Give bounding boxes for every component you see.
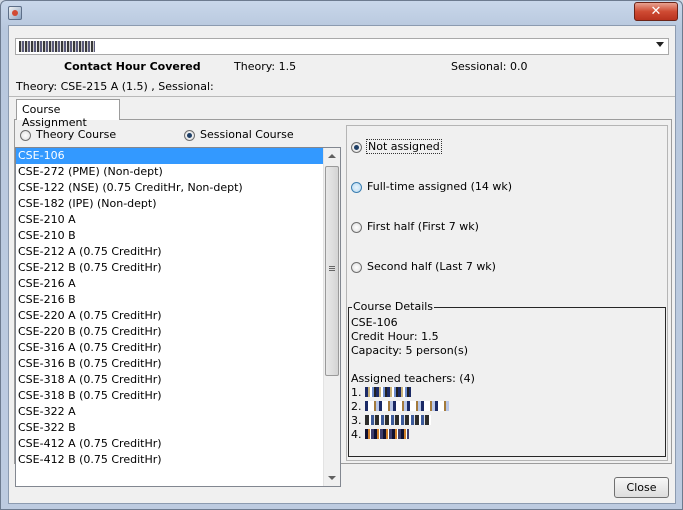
second-half-label[interactable]: Second half (Last 7 wk)	[367, 260, 496, 273]
title-bar[interactable]: ✕	[1, 1, 682, 25]
list-item[interactable]: CSE-216 B	[16, 292, 324, 308]
first-half-radio[interactable]	[351, 222, 362, 233]
teacher-row: 3.	[351, 414, 431, 427]
list-item[interactable]: CSE-272 (PME) (Non-dept)	[16, 164, 324, 180]
teacher-number: 3.	[351, 414, 362, 427]
grip-icon	[329, 266, 335, 267]
header-divider	[9, 96, 675, 97]
second-half-radio[interactable]	[351, 262, 362, 273]
list-item[interactable]: CSE-220 A (0.75 CreditHr)	[16, 308, 324, 324]
sessional-course-radio[interactable]	[184, 130, 195, 141]
course-details-group: Course Details CSE-106 Credit Hour: 1.5 …	[348, 300, 666, 457]
dialog-content: Contact Hour Covered Theory: 1.5 Session…	[8, 25, 676, 504]
scroll-thumb[interactable]	[325, 166, 339, 376]
first-half-label[interactable]: First half (First 7 wk)	[367, 220, 479, 233]
list-item[interactable]: CSE-412 A (0.75 CreditHr)	[16, 436, 324, 452]
sessional-course-label[interactable]: Sessional Course	[200, 128, 294, 141]
scroll-down-icon[interactable]	[328, 476, 336, 480]
teacher-row: 1.	[351, 386, 411, 399]
detail-course-code: CSE-106	[351, 316, 398, 329]
list-item[interactable]: CSE-106	[16, 148, 324, 164]
java-cup-icon	[8, 6, 22, 20]
list-item[interactable]: CSE-316 A (0.75 CreditHr)	[16, 340, 324, 356]
list-item[interactable]: CSE-212 A (0.75 CreditHr)	[16, 244, 324, 260]
dialog-window: ✕ Contact Hour Covered Theory: 1.5 Sessi…	[0, 0, 683, 510]
list-item[interactable]: CSE-316 B (0.75 CreditHr)	[16, 356, 324, 372]
chevron-down-icon[interactable]	[656, 42, 664, 47]
course-details-title: Course Details	[352, 300, 435, 314]
obscured-name	[364, 415, 431, 425]
assignment-summary: Theory: CSE-215 A (1.5) , Sessional:	[16, 80, 214, 93]
obscured-name	[364, 387, 411, 397]
detail-credit-hour: Credit Hour: 1.5	[351, 330, 439, 343]
obscured-name	[364, 401, 449, 411]
teacher-number: 1.	[351, 386, 362, 399]
full-time-label[interactable]: Full-time assigned (14 wk)	[367, 180, 512, 193]
detail-teachers-label: Assigned teachers: (4)	[351, 372, 475, 385]
tab-label: Course Assignment	[22, 103, 87, 129]
teacher-row: 2.	[351, 400, 449, 413]
detail-capacity: Capacity: 5 person(s)	[351, 344, 468, 357]
list-item[interactable]: CSE-412 B (0.75 CreditHr)	[16, 452, 324, 468]
not-assigned-text: Not assigned	[366, 139, 442, 154]
teacher-number: 4.	[351, 428, 362, 441]
not-assigned-radio[interactable]	[351, 142, 362, 153]
course-combo[interactable]	[15, 38, 669, 55]
list-item[interactable]: CSE-318 A (0.75 CreditHr)	[16, 372, 324, 388]
list-item[interactable]: CSE-210 B	[16, 228, 324, 244]
theory-hours-label: Theory: 1.5	[234, 60, 297, 73]
contact-hour-title: Contact Hour Covered	[64, 60, 201, 73]
theory-course-label[interactable]: Theory Course	[36, 128, 116, 141]
course-list-items: CSE-106 CSE-272 (PME) (Non-dept) CSE-122…	[16, 148, 324, 468]
full-time-radio[interactable]	[351, 182, 362, 193]
tab-course-assignment[interactable]: Course Assignment	[16, 99, 120, 129]
sessional-hours-label: Sessional: 0.0	[451, 60, 528, 73]
list-item[interactable]: CSE-318 B (0.75 CreditHr)	[16, 388, 324, 404]
list-item[interactable]: CSE-182 (IPE) (Non-dept)	[16, 196, 324, 212]
list-item[interactable]: CSE-122 (NSE) (0.75 CreditHr, Non-dept)	[16, 180, 324, 196]
course-list-scrollbar[interactable]	[323, 148, 340, 486]
not-assigned-label[interactable]: Not assigned	[366, 139, 442, 154]
teacher-row: 4.	[351, 428, 409, 441]
list-item[interactable]: CSE-322 A	[16, 404, 324, 420]
list-item[interactable]: CSE-212 B (0.75 CreditHr)	[16, 260, 324, 276]
list-item[interactable]: CSE-220 B (0.75 CreditHr)	[16, 324, 324, 340]
theory-course-radio[interactable]	[20, 130, 31, 141]
combo-value-obscured	[19, 41, 95, 52]
window-close-button[interactable]: ✕	[634, 2, 678, 21]
list-item[interactable]: CSE-322 B	[16, 420, 324, 436]
course-list[interactable]: CSE-106 CSE-272 (PME) (Non-dept) CSE-122…	[15, 147, 341, 487]
close-button[interactable]: Close	[614, 477, 669, 498]
list-item[interactable]: CSE-216 A	[16, 276, 324, 292]
obscured-name	[364, 429, 409, 439]
list-item[interactable]: CSE-210 A	[16, 212, 324, 228]
scroll-up-icon[interactable]	[328, 154, 336, 158]
assignment-panel: Not assigned Full-time assigned (14 wk) …	[346, 125, 668, 461]
teacher-number: 2.	[351, 400, 362, 413]
